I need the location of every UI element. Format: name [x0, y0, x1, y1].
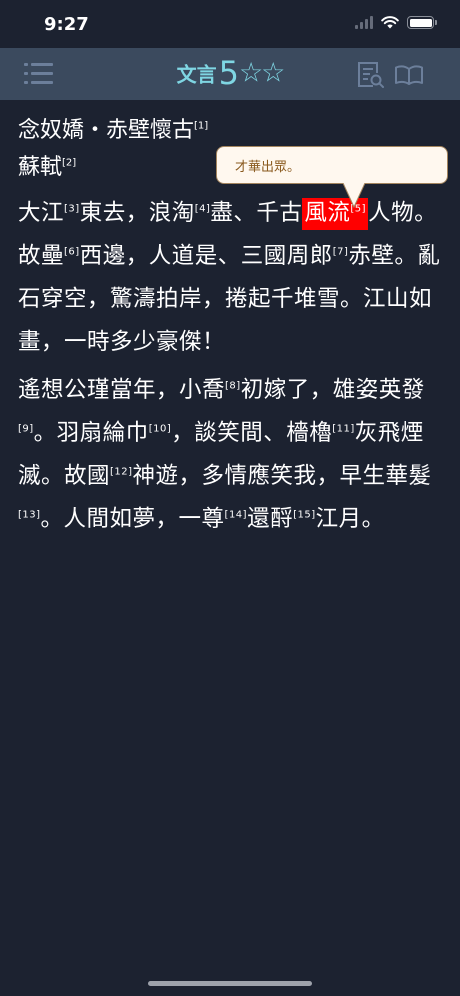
- poem-text: 大江: [18, 200, 65, 226]
- home-indicator[interactable]: [148, 981, 312, 986]
- navigation-bar: 文言5☆☆: [0, 48, 460, 100]
- nav-title: 文言5☆☆: [0, 54, 460, 92]
- poem-text: 西邊，人道是、三國周郎: [79, 243, 333, 269]
- footnote-ref[interactable]: [3]: [64, 204, 80, 215]
- footnote-ref[interactable]: [6]: [64, 247, 80, 258]
- footnote-ref[interactable]: [1]: [194, 121, 208, 132]
- poem-title: 念奴嬌・赤壁懷古[1]: [18, 112, 448, 150]
- book-icon[interactable]: [394, 64, 424, 86]
- footnote-ref[interactable]: [8]: [225, 381, 241, 392]
- poem-text: 。人間如夢，一尊: [40, 506, 225, 532]
- status-icons: [355, 16, 437, 29]
- tooltip-pointer: [342, 183, 366, 209]
- poem-text: 東去，浪淘: [79, 200, 195, 226]
- difficulty-stars: ☆☆: [238, 57, 285, 89]
- poem-text: 江月。: [315, 506, 385, 532]
- footnote-ref[interactable]: [9]: [18, 424, 34, 435]
- wifi-icon: [381, 16, 399, 29]
- poem-text: 遙想公瑾當年，小喬: [18, 377, 226, 403]
- poem-text: 還酹: [247, 506, 294, 532]
- battery-icon: [407, 16, 437, 29]
- footnote-ref[interactable]: [14]: [225, 510, 248, 521]
- stanza-1: 大江[3]東去，浪淘[4]盡、千古風流[5]人物。故壘[6]西邊，人道是、三國周…: [18, 192, 448, 364]
- footnote-ref[interactable]: [11]: [332, 424, 355, 435]
- poem-text: 初嫁了，雄姿英發: [240, 377, 425, 403]
- poem-text: 神遊，多情應笑我，早生華髮: [132, 463, 432, 489]
- poem-title-text: 念奴嬌・赤壁懷古: [18, 118, 195, 143]
- footnote-ref[interactable]: [4]: [195, 204, 211, 215]
- poem-text: 。羽扇綸巾: [33, 420, 149, 446]
- definition-tooltip: 才華出眾。: [216, 146, 448, 184]
- footnote-ref[interactable]: [2]: [62, 158, 76, 169]
- footnote-ref[interactable]: [7]: [333, 247, 349, 258]
- footnote-ref[interactable]: [13]: [18, 510, 41, 521]
- author-name: 蘇軾: [18, 155, 63, 180]
- poem-text: 盡、千古: [210, 200, 303, 226]
- definition-text: 才華出眾。: [235, 160, 301, 175]
- nav-title-text: 文言: [176, 62, 217, 87]
- status-bar: 9:27: [0, 0, 460, 48]
- footnote-ref[interactable]: [15]: [293, 510, 316, 521]
- status-time: 9:27: [44, 14, 89, 35]
- footnote-ref[interactable]: [10]: [149, 424, 172, 435]
- stanza-2: 遙想公瑾當年，小喬[8]初嫁了，雄姿英發[9]。羽扇綸巾[10]，談笑間、檣櫓[…: [18, 369, 448, 541]
- footnote-ref[interactable]: [12]: [110, 467, 133, 478]
- poem-text: ，談笑間、檣櫓: [171, 420, 333, 446]
- cellular-signal-icon: [355, 16, 373, 29]
- level-number: 5: [218, 54, 239, 92]
- search-document-icon[interactable]: [355, 60, 385, 90]
